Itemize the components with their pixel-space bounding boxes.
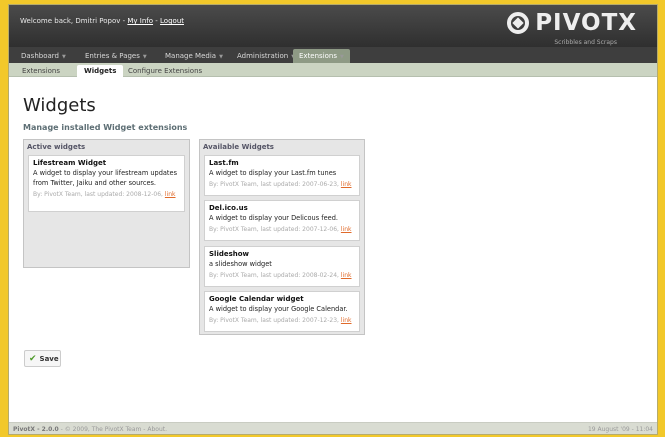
widget-name: Slideshow	[209, 250, 250, 258]
widget-name: Google Calendar widget	[209, 295, 304, 303]
chevron-down-icon: ▼	[142, 54, 147, 60]
widget-link[interactable]: link	[341, 181, 352, 188]
chevron-down-icon: ▼	[219, 54, 223, 60]
widget-meta: By: PivotX Team, last updated: 2007-12-0…	[209, 226, 355, 233]
tab-label: Entries & Pages	[85, 52, 140, 60]
widget-meta-text: By: PivotX Team, last updated: 2008-02-2…	[209, 272, 339, 279]
widget-description: A widget to display your Delicous feed.	[209, 214, 338, 222]
widget-card[interactable]: Google Calendar widget A widget to displ…	[204, 291, 360, 332]
subtab-widgets[interactable]: Widgets	[77, 65, 124, 77]
tab-label: Manage Media	[165, 52, 217, 60]
tab-label: Extensions	[299, 52, 338, 60]
welcome-text: Welcome back, Dmitri Popov - My Info - L…	[20, 17, 184, 25]
widget-card[interactable]: Del.ico.us A widget to display your Deli…	[204, 200, 360, 241]
widget-link[interactable]: link	[341, 226, 352, 233]
widget-meta: By: PivotX Team, last updated: 2008-12-0…	[33, 191, 180, 198]
widget-name: Last.fm	[209, 159, 239, 167]
widget-card[interactable]: Slideshow a slideshow widget By: PivotX …	[204, 246, 360, 287]
chevron-down-icon: ▼	[340, 54, 344, 60]
widget-description: a slideshow widget	[209, 260, 272, 268]
tab-administration[interactable]: Administration▼	[231, 49, 301, 63]
tab-label: Dashboard	[21, 52, 59, 60]
footer: PivotX - 2.0.0 - © 2009, The PivotX Team…	[9, 422, 657, 434]
widget-meta-text: By: PivotX Team, last updated: 2007-12-0…	[209, 226, 339, 233]
logo[interactable]: PIVOTX	[507, 10, 637, 36]
widget-meta: By: PivotX Team, last updated: 2008-02-2…	[209, 272, 355, 279]
widget-meta: By: PivotX Team, last updated: 2007-06-2…	[209, 181, 355, 188]
checkmark-icon: ✔	[29, 353, 37, 364]
widget-name: Lifestream Widget	[33, 159, 107, 167]
logout-link[interactable]: Logout	[160, 17, 184, 25]
available-widgets-panel: Available Widgets Last.fm A widget to di…	[199, 139, 365, 335]
pivotx-logo-icon	[507, 12, 530, 34]
panel-heading: Available Widgets	[203, 143, 274, 151]
panel-heading: Active widgets	[27, 143, 86, 151]
widget-meta-text: By: PivotX Team, last updated: 2007-06-2…	[209, 181, 339, 188]
welcome-prefix: Welcome back, Dmitri Popov -	[20, 17, 128, 25]
site-tagline: Scribbles and Scraps	[554, 39, 617, 46]
subtab-configure-extensions[interactable]: Configure Extensions	[121, 65, 209, 77]
sub-nav: Extensions Widgets Configure Extensions	[9, 63, 657, 77]
main-nav: Dashboard ▼ Entries & Pages ▼ Manage Media…	[9, 47, 657, 63]
tab-manage-media[interactable]: Manage Media ▼	[159, 49, 229, 63]
widget-description: A widget to display your Last.fm tunes	[209, 169, 337, 177]
widget-link[interactable]: link	[341, 317, 352, 324]
app-window: Welcome back, Dmitri Popov - My Info - L…	[8, 4, 658, 435]
widget-description: A widget to display your lifestream upda…	[33, 169, 177, 187]
widget-description: A widget to display your Google Calendar…	[209, 305, 348, 313]
subtab-extensions[interactable]: Extensions	[15, 65, 67, 77]
footer-left: PivotX - 2.0.0 - © 2009, The PivotX Team…	[13, 426, 167, 433]
save-button[interactable]: ✔ Save	[24, 350, 61, 367]
footer-copyright: - © 2009, The PivotX Team - About.	[58, 426, 168, 433]
chevron-down-icon: ▼	[61, 54, 66, 60]
tab-label: Administration	[237, 52, 289, 60]
footer-version[interactable]: PivotX - 2.0.0	[13, 426, 59, 433]
tab-entries-pages[interactable]: Entries & Pages ▼	[79, 49, 153, 63]
widget-link[interactable]: link	[341, 272, 352, 279]
tab-extensions[interactable]: Extensions ▼	[293, 49, 350, 63]
widget-meta-text: By: PivotX Team, last updated: 2007-12-2…	[209, 317, 339, 324]
widget-link[interactable]: link	[165, 191, 176, 198]
page-title: Widgets	[23, 95, 96, 116]
welcome-separator: -	[153, 17, 161, 25]
widget-card[interactable]: Lifestream Widget A widget to display yo…	[28, 155, 185, 212]
widget-card[interactable]: Last.fm A widget to display your Last.fm…	[204, 155, 360, 196]
widget-name: Del.ico.us	[209, 204, 248, 212]
my-info-link[interactable]: My Info	[127, 17, 153, 25]
active-widgets-panel: Active widgets Lifestream Widget A widge…	[23, 139, 190, 268]
logo-text: PIVOTX	[535, 10, 637, 36]
header: Welcome back, Dmitri Popov - My Info - L…	[9, 5, 657, 47]
page-subtitle: Manage installed Widget extensions	[23, 123, 188, 132]
tab-dashboard[interactable]: Dashboard ▼	[15, 49, 72, 63]
widget-meta: By: PivotX Team, last updated: 2007-12-2…	[209, 317, 355, 324]
footer-date: 19 August '09 - 11:04	[587, 426, 653, 433]
widget-meta-text: By: PivotX Team, last updated: 2008-12-0…	[33, 191, 163, 198]
save-label: Save	[39, 354, 59, 363]
